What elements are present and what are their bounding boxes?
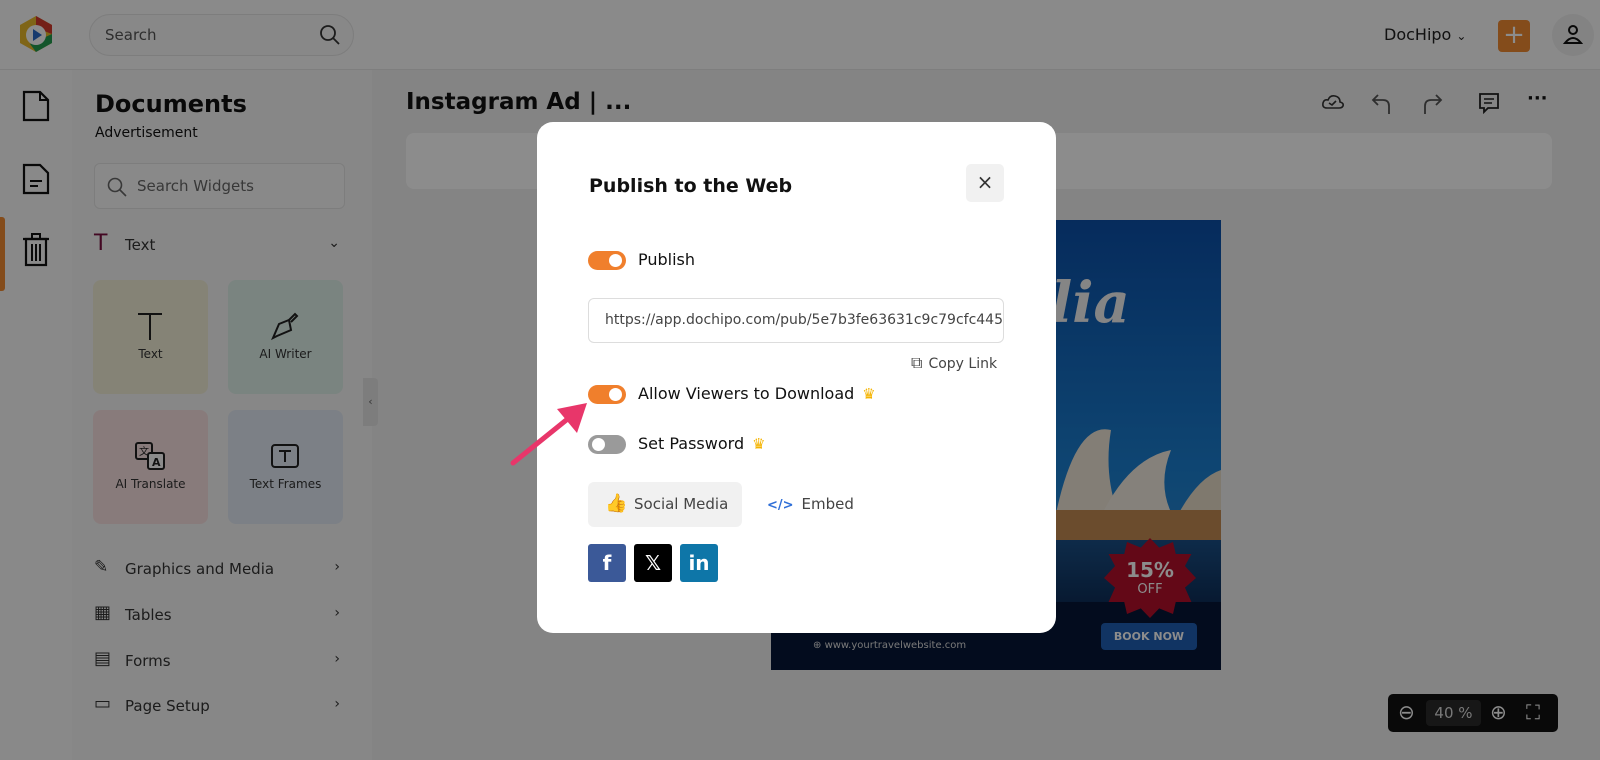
- tab-label: Social Media: [634, 495, 729, 513]
- facebook-share-button[interactable]: f: [588, 544, 626, 582]
- tab-embed[interactable]: </> Embed: [767, 495, 854, 513]
- dialog-title: Publish to the Web: [589, 175, 793, 197]
- publish-toggle[interactable]: [588, 251, 626, 270]
- code-icon: </>: [767, 498, 794, 513]
- publish-label: Publish: [638, 250, 696, 269]
- publish-url-field[interactable]: https://app.dochipo.com/pub/5e7b3fe63631…: [588, 298, 1004, 343]
- publish-dialog: Publish to the Web × Publish https://app…: [537, 122, 1056, 633]
- close-button[interactable]: ×: [966, 164, 1004, 202]
- annotation-arrow-icon: [510, 403, 587, 466]
- linkedin-share-button[interactable]: in: [680, 544, 718, 582]
- copy-icon: ⧉: [911, 353, 923, 372]
- tab-social-media[interactable]: 👍 Social Media: [588, 482, 742, 527]
- crown-icon: ♛: [862, 385, 876, 403]
- copy-link-button[interactable]: ⧉ Copy Link: [911, 353, 997, 373]
- tab-label: Embed: [801, 495, 854, 513]
- allow-download-label: Allow Viewers to Download ♛: [638, 384, 876, 403]
- crown-icon: ♛: [752, 435, 766, 453]
- x-share-button[interactable]: 𝕏: [634, 544, 672, 582]
- thumbs-up-icon: 👍: [605, 493, 628, 514]
- set-password-label: Set Password ♛: [638, 434, 766, 453]
- copy-link-label: Copy Link: [928, 356, 998, 372]
